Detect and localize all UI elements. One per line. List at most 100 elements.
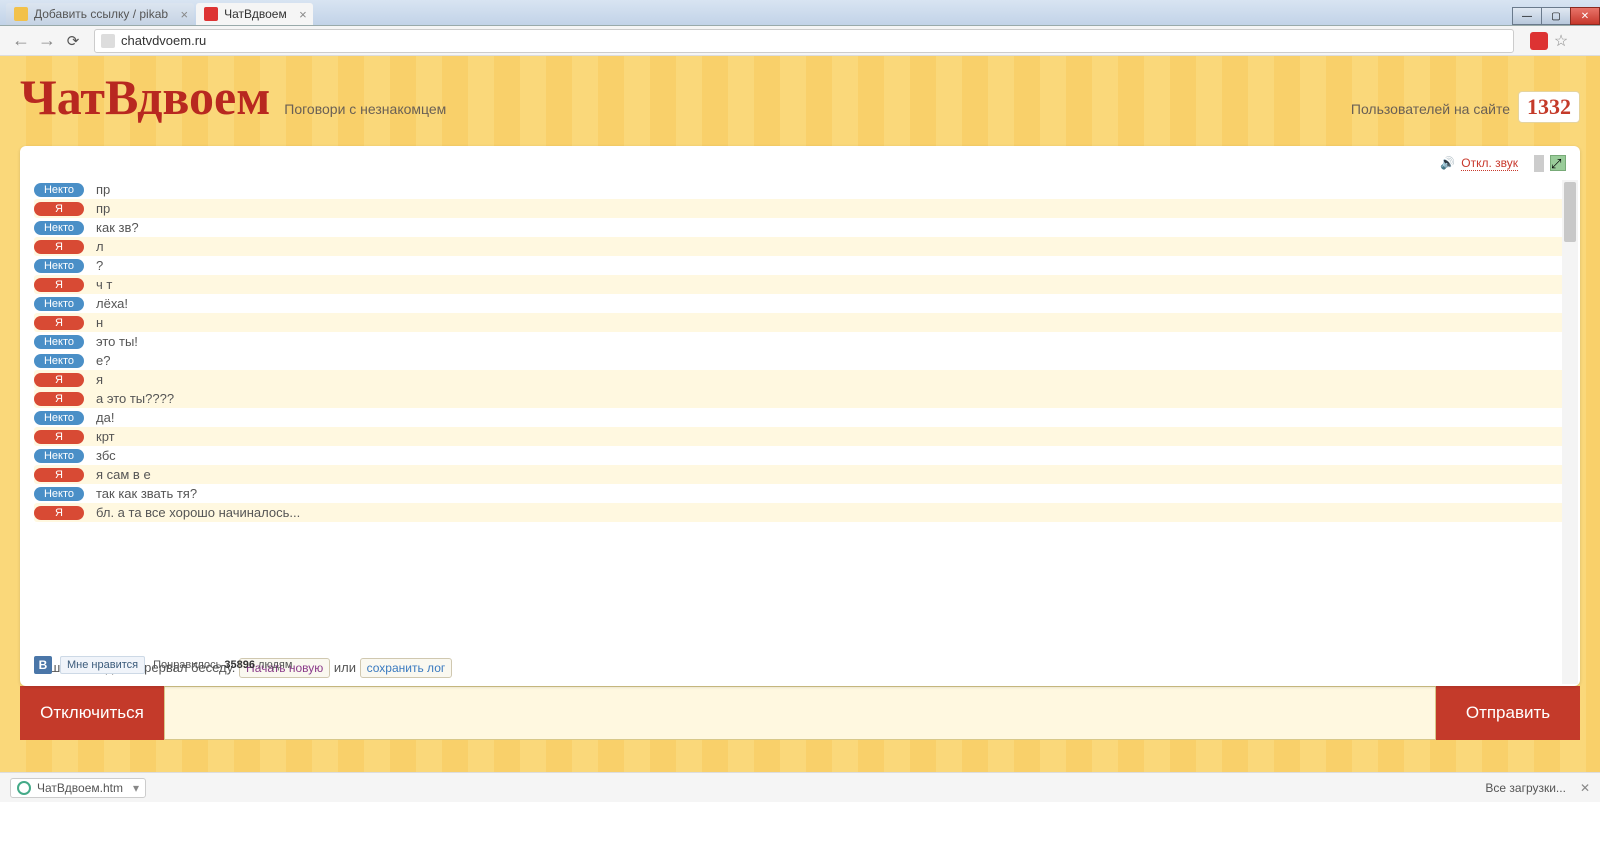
- chat-row: Яа это ты????: [34, 389, 1566, 408]
- chat-row: Ял: [34, 237, 1566, 256]
- site-icon: [101, 34, 115, 48]
- message-text: я: [96, 372, 103, 387]
- message-text: а это ты????: [96, 391, 174, 406]
- site-logo[interactable]: ЧатВдвоем: [20, 68, 270, 126]
- close-shelf-icon[interactable]: ✕: [1580, 781, 1590, 795]
- chat-topbar: 🔊 Откл. звук ⤢: [20, 146, 1580, 180]
- message-text: е?: [96, 353, 110, 368]
- vk-like-row: B Мне нравится Понравилось 35896 людям: [20, 650, 306, 680]
- message-text: я сам в е: [96, 467, 151, 482]
- message-input[interactable]: [164, 686, 1436, 740]
- download-filename: ЧатВдвоем.htm: [37, 781, 123, 795]
- chat-scrollbar[interactable]: [1562, 180, 1578, 684]
- message-text: ?: [96, 258, 103, 273]
- chat-row: Некто так как звать тя?: [34, 484, 1566, 503]
- browser-tab[interactable]: ЧатВдвоем ×: [196, 3, 313, 25]
- tab-title: ЧатВдвоем: [224, 7, 287, 21]
- adblock-icon[interactable]: [1530, 32, 1548, 50]
- chat-row: Ябл. а та все хорошо начиналось...: [34, 503, 1566, 522]
- sender-me-badge: Я: [34, 430, 84, 444]
- sender-me-badge: Я: [34, 468, 84, 482]
- sender-me-badge: Я: [34, 316, 84, 330]
- toggle-sound-link[interactable]: Откл. звук: [1461, 156, 1518, 171]
- chevron-down-icon[interactable]: ▾: [133, 781, 139, 795]
- chat-row: Некто?: [34, 256, 1566, 275]
- window-maximize-button[interactable]: ▢: [1541, 7, 1571, 25]
- reload-button[interactable]: ⟳: [60, 28, 86, 54]
- sender-stranger-badge: Некто: [34, 183, 84, 197]
- window-controls: — ▢ ✕: [1513, 7, 1600, 25]
- chat-row: Нектопр: [34, 180, 1566, 199]
- sender-me-badge: Я: [34, 240, 84, 254]
- show-all-downloads-link[interactable]: Все загрузки...: [1485, 781, 1566, 795]
- chat-row: Ян: [34, 313, 1566, 332]
- forward-button[interactable]: →: [34, 28, 60, 54]
- favicon-icon: [204, 7, 218, 21]
- compose-bar: Отключиться Отправить: [20, 686, 1580, 740]
- chat-panel: 🔊 Откл. звук ⤢ НектопрЯпрНектокак зв?ЯлН…: [20, 146, 1580, 686]
- or-text: или: [334, 660, 356, 675]
- disconnect-button[interactable]: Отключиться: [20, 686, 164, 740]
- site-tagline: Поговори с незнакомцем: [284, 101, 446, 117]
- message-text: как зв?: [96, 220, 139, 235]
- chat-row: Нектоэто ты!: [34, 332, 1566, 351]
- browser-toolbar: ← → ⟳ chatvdvoem.ru ☆: [0, 26, 1600, 56]
- sender-stranger-badge: Некто: [34, 449, 84, 463]
- url-text: chatvdvoem.ru: [121, 33, 206, 48]
- sender-stranger-badge: Некто: [34, 297, 84, 311]
- chat-row: Некто збс: [34, 446, 1566, 465]
- back-button[interactable]: ←: [8, 28, 34, 54]
- message-text: это ты!: [96, 334, 138, 349]
- download-item[interactable]: ЧатВдвоем.htm ▾: [10, 778, 146, 798]
- sender-me-badge: Я: [34, 373, 84, 387]
- sender-stranger-badge: Некто: [34, 487, 84, 501]
- chat-log[interactable]: НектопрЯпрНектокак зв?ЯлНекто?Яч тНектол…: [20, 180, 1580, 646]
- vk-icon[interactable]: B: [34, 656, 52, 674]
- window-close-button[interactable]: ✕: [1570, 7, 1600, 25]
- chrome-file-icon: [17, 781, 31, 795]
- chat-row: Некто лёха!: [34, 294, 1566, 313]
- message-text: лёха!: [96, 296, 128, 311]
- sender-me-badge: Я: [34, 278, 84, 292]
- download-shelf: ЧатВдвоем.htm ▾ Все загрузки... ✕: [0, 772, 1600, 802]
- browser-tab[interactable]: Добавить ссылку / pikab ×: [6, 3, 194, 25]
- address-bar[interactable]: chatvdvoem.ru: [94, 29, 1514, 53]
- sender-stranger-badge: Некто: [34, 259, 84, 273]
- chat-row: Нектода!: [34, 408, 1566, 427]
- message-text: н: [96, 315, 103, 330]
- sound-icon: 🔊: [1440, 156, 1455, 170]
- bookmark-icon[interactable]: ☆: [1548, 28, 1574, 54]
- chat-row: Япр: [34, 199, 1566, 218]
- page-body: ЧатВдвоем Поговори с незнакомцем Пользов…: [0, 56, 1600, 772]
- message-text: бл. а та все хорошо начиналось...: [96, 505, 300, 520]
- chat-row: Некто как зв?: [34, 218, 1566, 237]
- site-header: ЧатВдвоем Поговори с незнакомцем Пользов…: [0, 56, 1600, 126]
- window-minimize-button[interactable]: —: [1512, 7, 1542, 25]
- message-text: крт: [96, 429, 115, 444]
- sender-stranger-badge: Некто: [34, 221, 84, 235]
- tab-close-icon[interactable]: ×: [299, 7, 307, 22]
- sender-me-badge: Я: [34, 392, 84, 406]
- browser-tab-strip: Добавить ссылку / pikab × ЧатВдвоем × — …: [0, 0, 1600, 26]
- users-online-label: Пользователей на сайте: [1351, 101, 1510, 117]
- tab-title: Добавить ссылку / pikab: [34, 7, 168, 21]
- fullscreen-icon[interactable]: ⤢: [1550, 155, 1566, 171]
- chat-row: Некто е?: [34, 351, 1566, 370]
- theme-swatch[interactable]: [1542, 155, 1544, 172]
- vk-like-button[interactable]: Мне нравится: [60, 656, 145, 674]
- message-text: пр: [96, 201, 110, 216]
- message-text: да!: [96, 410, 114, 425]
- sender-me-badge: Я: [34, 506, 84, 520]
- message-text: ч т: [96, 277, 112, 292]
- message-text: л: [96, 239, 104, 254]
- save-log-button[interactable]: сохранить лог: [360, 658, 453, 678]
- message-text: так как звать тя?: [96, 486, 197, 501]
- message-text: пр: [96, 182, 110, 197]
- send-button[interactable]: Отправить: [1436, 686, 1580, 740]
- chrome-menu-icon[interactable]: [1574, 28, 1592, 54]
- chat-row: Яя: [34, 370, 1566, 389]
- scrollbar-thumb[interactable]: [1564, 182, 1576, 242]
- tab-close-icon[interactable]: ×: [180, 7, 188, 22]
- sender-stranger-badge: Некто: [34, 354, 84, 368]
- message-text: збс: [96, 448, 116, 463]
